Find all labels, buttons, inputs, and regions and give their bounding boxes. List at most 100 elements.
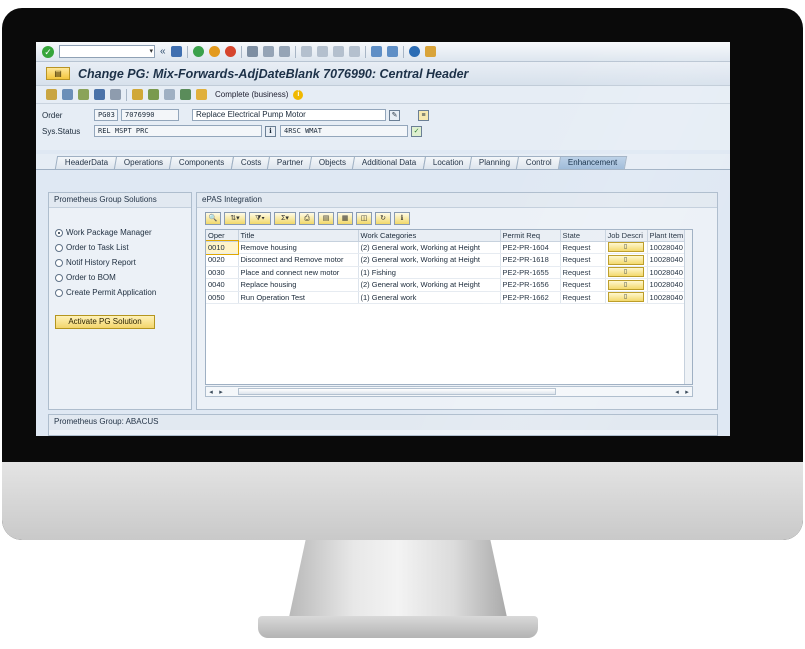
column-header-state[interactable]: State xyxy=(560,230,606,242)
radio-icon[interactable] xyxy=(55,288,63,297)
flag-icon[interactable] xyxy=(110,89,121,100)
menu-button[interactable]: ▤ xyxy=(46,67,70,80)
layout-icon[interactable]: ▦ xyxy=(337,212,353,225)
edit-pencil-icon[interactable] xyxy=(180,89,191,100)
table-row[interactable]: 0020 Disconnect and Remove motor (2) Gen… xyxy=(206,253,689,267)
vertical-scrollbar[interactable] xyxy=(684,230,692,384)
tab-additional-data[interactable]: Additional Data xyxy=(352,156,427,169)
copy-icon[interactable] xyxy=(164,89,175,100)
folder-icon[interactable] xyxy=(196,89,207,100)
previous-page-icon[interactable] xyxy=(316,46,328,57)
cell-permit-req[interactable]: PE2-PR-1655 xyxy=(500,266,561,279)
job-description-document-icon[interactable]: ▯ xyxy=(607,254,644,265)
tab-location[interactable]: Location xyxy=(422,156,474,169)
shortcut-icon[interactable] xyxy=(386,46,398,57)
job-description-document-icon[interactable]: ▯ xyxy=(607,242,644,253)
column-header-title[interactable]: Title xyxy=(238,230,359,242)
settings-icon[interactable] xyxy=(132,89,143,100)
cell-state[interactable]: Request xyxy=(560,278,606,292)
tab-components[interactable]: Components xyxy=(169,156,235,169)
activate-pg-solution-button[interactable]: Activate PG Solution xyxy=(55,315,155,329)
first-page-icon[interactable] xyxy=(300,46,312,57)
order-number-field[interactable]: 7076990 xyxy=(121,109,179,121)
cell-work-categories[interactable]: (2) General work, Working at Height xyxy=(358,278,501,292)
find-next-icon[interactable] xyxy=(278,46,290,57)
long-text-edit-icon[interactable]: ✎ xyxy=(389,109,400,121)
cell-oper[interactable]: 0010 xyxy=(206,240,239,255)
cell-plant-item[interactable]: 10028040 xyxy=(647,241,689,254)
table-row[interactable]: 0030 Place and connect new motor (1) Fis… xyxy=(206,266,689,279)
cell-permit-req[interactable]: PE2-PR-1656 xyxy=(500,278,561,292)
scroll-left-icon[interactable]: ◂ xyxy=(206,388,216,396)
radio-icon[interactable] xyxy=(55,258,63,267)
cell-plant-item[interactable]: 10028040 xyxy=(647,278,689,292)
tab-operations[interactable]: Operations xyxy=(113,156,174,169)
tab-planning[interactable]: Planning xyxy=(468,156,521,169)
table-row[interactable]: 0010 Remove housing (2) General work, Wo… xyxy=(206,240,689,255)
back-icon[interactable] xyxy=(192,46,204,57)
costs-icon[interactable] xyxy=(148,89,159,100)
radio-icon[interactable] xyxy=(55,243,63,252)
complete-business-label[interactable]: Complete (business) xyxy=(215,90,288,99)
display-change-icon[interactable] xyxy=(46,89,57,100)
cell-oper[interactable]: 0050 xyxy=(206,291,239,304)
save-icon[interactable] xyxy=(170,46,182,57)
table-row[interactable]: 0040 Replace housing (2) General work, W… xyxy=(206,278,689,292)
info-icon[interactable]: ℹ xyxy=(394,212,410,225)
export-icon[interactable]: ▤ xyxy=(318,212,334,225)
cell-title[interactable]: Place and connect new motor xyxy=(238,266,359,279)
radio-icon[interactable] xyxy=(55,273,63,282)
tab-partner[interactable]: Partner xyxy=(266,156,314,169)
print-preview-icon[interactable]: ⎙ xyxy=(299,212,315,225)
cell-permit-req[interactable]: PE2-PR-1662 xyxy=(500,291,561,304)
radio-selected-icon[interactable] xyxy=(55,228,63,237)
cell-state[interactable]: Request xyxy=(560,253,606,267)
filter-icon[interactable]: ⧩▾ xyxy=(249,212,271,225)
cell-work-categories[interactable]: (2) General work, Working at Height xyxy=(358,241,501,254)
scrollbar-thumb[interactable] xyxy=(238,388,556,395)
column-header-work-categories[interactable]: Work Categories xyxy=(358,230,501,242)
status-check-icon[interactable]: ✓ xyxy=(411,125,422,137)
tab-objects[interactable]: Objects xyxy=(309,156,357,169)
cell-work-categories[interactable]: (1) General work xyxy=(358,291,501,304)
column-header-plant-item[interactable]: Plant Item xyxy=(647,230,689,242)
details-icon[interactable]: 🔍 xyxy=(205,212,221,225)
new-session-icon[interactable] xyxy=(370,46,382,57)
cell-oper[interactable]: 0030 xyxy=(206,266,239,279)
document-icon[interactable] xyxy=(62,89,73,100)
layout-menu-icon[interactable] xyxy=(424,46,436,57)
info-icon[interactable]: i xyxy=(293,89,304,100)
cell-title[interactable]: Replace housing xyxy=(238,278,359,292)
refresh-icon[interactable]: ↻ xyxy=(375,212,391,225)
tab-control[interactable]: Control xyxy=(515,156,563,169)
order-type-field[interactable]: PG03 xyxy=(94,109,118,121)
radio-create-permit-application[interactable]: Create Permit Application xyxy=(55,285,191,300)
cell-plant-item[interactable]: 10028040 xyxy=(647,291,689,304)
find-icon[interactable] xyxy=(262,46,274,57)
tab-costs[interactable]: Costs xyxy=(230,156,272,169)
text-document-icon[interactable]: ≡ xyxy=(418,109,429,121)
cell-state[interactable]: Request xyxy=(560,241,606,254)
back-arrows-icon[interactable]: « xyxy=(160,46,166,57)
scroll-left-icon[interactable]: ◂ xyxy=(672,388,682,396)
cell-permit-req[interactable]: PE2-PR-1604 xyxy=(500,241,561,254)
column-header-job-description[interactable]: Job Descri xyxy=(605,230,648,242)
chevron-down-icon[interactable]: ▾ xyxy=(149,47,153,55)
exit-icon[interactable] xyxy=(208,46,220,57)
radio-order-to-task-list[interactable]: Order to Task List xyxy=(55,240,191,255)
graphic-icon[interactable]: ◫ xyxy=(356,212,372,225)
command-field[interactable]: ▾ xyxy=(59,45,155,58)
last-page-icon[interactable] xyxy=(348,46,360,57)
radio-notif-history-report[interactable]: Notif History Report xyxy=(55,255,191,270)
cell-permit-req[interactable]: PE2-PR-1618 xyxy=(500,253,561,267)
column-header-oper[interactable]: Oper xyxy=(206,230,239,242)
enter-check-icon[interactable]: ✓ xyxy=(42,45,54,58)
components-icon[interactable] xyxy=(78,89,89,100)
tab-enhancement[interactable]: Enhancement xyxy=(557,156,628,169)
next-page-icon[interactable] xyxy=(332,46,344,57)
sort-icon[interactable]: ⇅▾ xyxy=(224,212,246,225)
job-description-document-icon[interactable]: ▯ xyxy=(607,267,644,278)
filter-icon[interactable] xyxy=(94,89,105,100)
horizontal-scrollbar[interactable]: ◂ ▸ ◂ ▸ xyxy=(205,386,693,397)
tab-headerdata[interactable]: HeaderData xyxy=(54,156,119,169)
